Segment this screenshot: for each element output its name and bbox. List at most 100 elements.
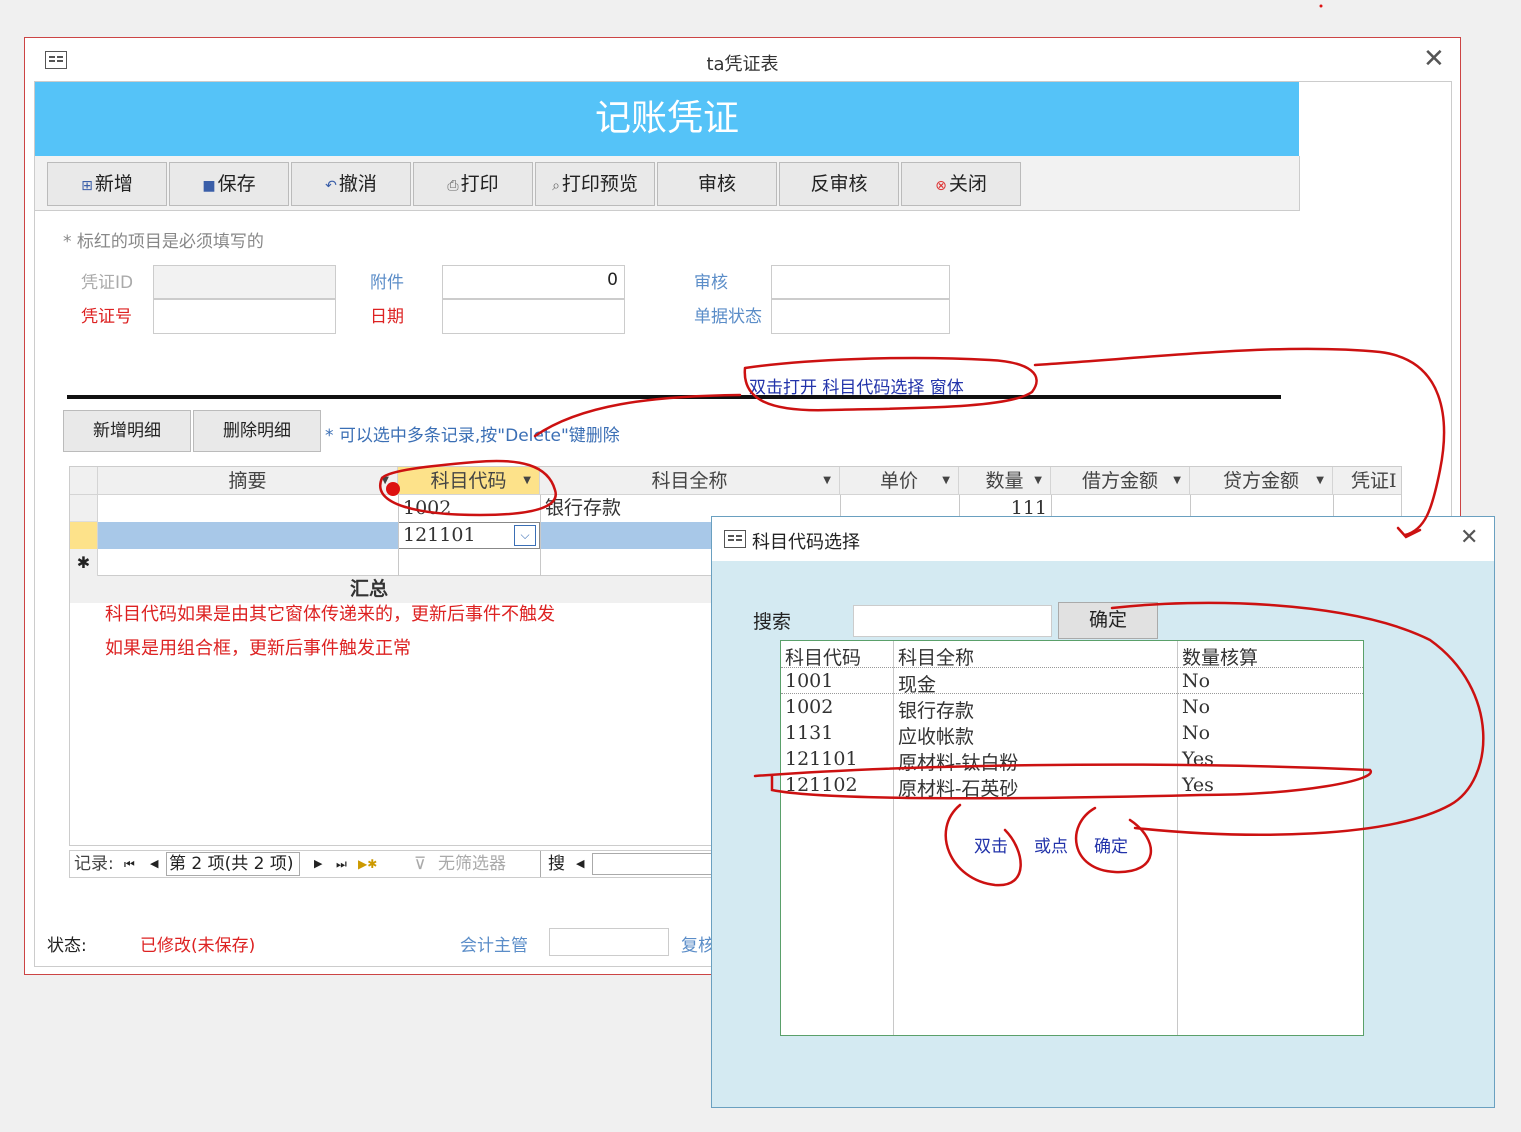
list-item-name: 应收帐款 — [898, 726, 975, 748]
annotation-or-click: 或点 — [1034, 837, 1068, 857]
doc-status-label: 单据状态 — [694, 307, 762, 327]
filter-icon: ⊽ — [414, 854, 427, 874]
unaudit-button[interactable]: 反审核 — [779, 162, 899, 206]
annotation-double-click: 双击 — [974, 837, 1008, 857]
grid-line — [540, 495, 541, 576]
printer-icon: ⎙ — [447, 178, 459, 194]
delete-hint: * 可以选中多条记录,按"Delete"键删除 — [325, 426, 620, 446]
column-header-credit[interactable]: 贷方金额 ▼ — [1190, 467, 1333, 495]
summary-label: 汇总 — [350, 578, 389, 600]
last-record-icon[interactable]: ⏭ — [336, 851, 347, 877]
dropdown-arrow-icon[interactable]: ▼ — [1173, 467, 1181, 495]
column-header-label: 科目全称 — [651, 470, 728, 492]
window-title: ta凭证表 — [706, 54, 779, 75]
column-header-quantity[interactable]: 数量 ▼ — [959, 467, 1051, 495]
main-titlebar: ta凭证表 ✕ — [25, 38, 1460, 82]
annotation-ok: 确定 — [1094, 837, 1128, 857]
doc-status-field[interactable] — [771, 299, 950, 334]
save-button[interactable]: ■ 保存 — [169, 162, 289, 206]
voucher-no-label: 凭证号 — [81, 307, 132, 327]
undo-icon: ↶ — [325, 178, 337, 194]
dropdown-arrow-icon[interactable]: ▼ — [823, 467, 831, 495]
attach-field[interactable]: 0 — [442, 265, 625, 299]
row-selector-current[interactable] — [70, 522, 98, 549]
list-item[interactable] — [781, 746, 1363, 772]
dropdown-arrow-icon[interactable]: ▼ — [1316, 467, 1324, 495]
search-label: 搜 — [548, 854, 565, 874]
dropdown-arrow-icon[interactable]: ▼ — [942, 467, 950, 495]
dropdown-arrow-icon[interactable]: ▼ — [523, 467, 531, 495]
close-form-button[interactable]: ⊗ 关闭 — [901, 162, 1021, 206]
new-button-label: 新增 — [94, 173, 133, 195]
search-label: 搜索 — [753, 611, 792, 633]
undo-button[interactable]: ↶ 撤消 — [291, 162, 411, 206]
cell-account-code[interactable]: 121101 — [403, 522, 476, 549]
close-icon[interactable]: ✕ — [1423, 46, 1445, 72]
close-icon[interactable]: ✕ — [1460, 527, 1478, 549]
cell-account-code[interactable]: 1002 — [403, 495, 451, 522]
audit-field[interactable] — [771, 265, 950, 299]
annotation-open-picker: 双击打开 科目代码选择 窗体 — [749, 378, 964, 398]
first-record-icon[interactable]: ⏮ — [124, 851, 135, 877]
list-header-qty: 数量核算 — [1182, 647, 1259, 669]
account-listbox[interactable]: 科目代码 科目全称 数量核算 1001 现金 No 1002 银行存款 No 1… — [780, 640, 1364, 1036]
column-header-account-code[interactable]: 科目代码 ▼ — [398, 467, 540, 495]
search-input[interactable] — [853, 605, 1052, 637]
cell-account-name[interactable]: 银行存款 — [545, 495, 621, 522]
print-preview-label: 打印预览 — [561, 173, 638, 195]
list-item[interactable] — [781, 720, 1363, 746]
column-header-label: 单价 — [879, 470, 918, 492]
annotation-line-2: 如果是用组合框，更新后事件触发正常 — [105, 638, 411, 659]
list-item[interactable] — [781, 668, 1363, 694]
row-selector[interactable] — [70, 495, 98, 522]
audit-button-label: 审核 — [697, 173, 736, 195]
column-header-label: 摘要 — [228, 470, 267, 492]
delete-detail-button[interactable]: 删除明细 — [193, 410, 321, 452]
ok-button[interactable]: 确定 — [1058, 602, 1158, 639]
new-button[interactable]: ⊞ 新增 — [47, 162, 167, 206]
list-item-code: 1001 — [785, 670, 834, 692]
next-record-icon[interactable]: ▶ — [314, 851, 322, 877]
new-record-nav-icon[interactable]: ▶✱ — [358, 851, 377, 877]
column-header-price[interactable]: 单价 ▼ — [840, 467, 959, 495]
voucher-no-field[interactable] — [153, 299, 336, 334]
column-header-label: 贷方金额 — [1222, 470, 1299, 492]
list-item-qty: No — [1182, 670, 1211, 692]
column-header-summary[interactable]: 摘要 ▼ — [98, 467, 398, 495]
annotation-line-1: 科目代码如果是由其它窗体传递来的，更新后事件不触发 — [105, 604, 555, 625]
accountant-field[interactable] — [549, 928, 669, 956]
dropdown-arrow-icon[interactable]: ▼ — [381, 467, 389, 495]
column-header-voucher-id[interactable]: 凭证I — [1333, 467, 1401, 495]
print-button[interactable]: ⎙ 打印 — [413, 162, 533, 206]
summary-row-selector — [70, 576, 98, 603]
date-field[interactable] — [442, 299, 625, 334]
list-item-name: 原材料-石英砂 — [898, 778, 1019, 800]
accountant-label: 会计主管 — [460, 936, 528, 956]
column-header-account-name[interactable]: 科目全称 ▼ — [540, 467, 840, 495]
list-header-code: 科目代码 — [785, 647, 862, 669]
record-position-field[interactable]: 第 2 项(共 2 项) — [166, 852, 300, 876]
list-item[interactable] — [781, 694, 1363, 720]
picker-title: 科目代码选择 — [752, 532, 860, 553]
combo-dropdown-icon[interactable]: ⌵ — [514, 525, 536, 546]
list-item-qty: Yes — [1182, 748, 1214, 770]
list-item-name: 原材料-钛白粉 — [898, 752, 1019, 774]
new-record-icon: ⊞ — [81, 178, 93, 194]
column-header-label: 科目代码 — [430, 470, 507, 492]
review-label: 复核 — [681, 936, 715, 956]
print-preview-button[interactable]: ⌕ 打印预览 — [535, 162, 655, 206]
previous-record-icon[interactable]: ◀ — [150, 851, 158, 877]
column-header-label: 数量 — [985, 470, 1024, 492]
status-label: 状态: — [47, 936, 87, 956]
add-detail-button[interactable]: 新增明细 — [63, 410, 191, 452]
dropdown-arrow-icon[interactable]: ▼ — [1034, 467, 1042, 495]
picker-dialog: 科目代码选择 ✕ 搜索 确定 科目代码 科目全称 数量核算 1001 现金 No… — [711, 516, 1495, 1108]
list-item[interactable] — [781, 772, 1363, 798]
select-all-corner[interactable] — [70, 467, 98, 495]
scroll-left-icon[interactable]: ◀ — [576, 851, 584, 877]
new-row-marker-icon[interactable]: ✱ — [70, 549, 98, 576]
save-button-label: 保存 — [217, 173, 256, 195]
no-filter-label[interactable]: 无筛选器 — [438, 851, 506, 877]
column-header-debit[interactable]: 借方金额 ▼ — [1051, 467, 1190, 495]
audit-button[interactable]: 审核 — [657, 162, 777, 206]
